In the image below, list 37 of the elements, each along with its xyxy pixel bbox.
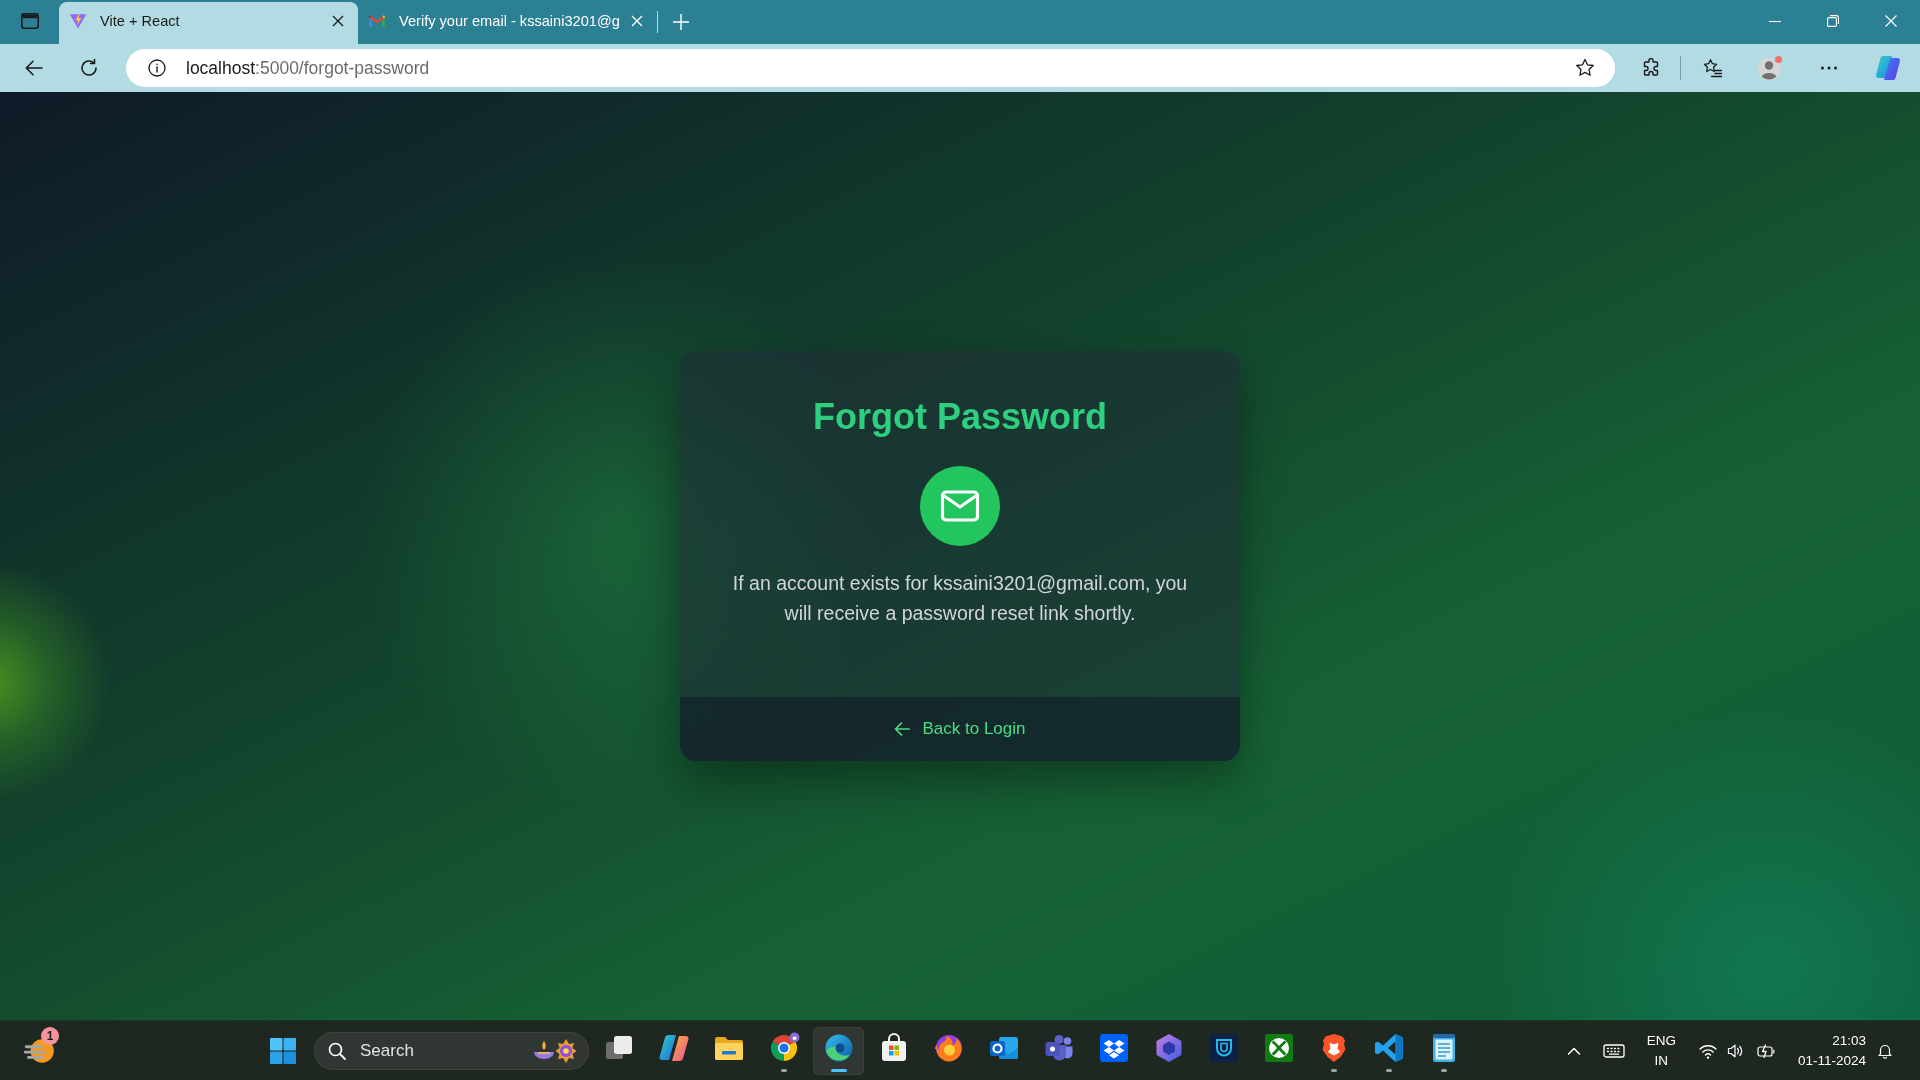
language-label[interactable]: ENG <box>1646 1030 1676 1051</box>
close-icon[interactable] <box>332 15 344 27</box>
start-menu-icon[interactable] <box>268 1036 297 1065</box>
mail-m-icon <box>368 12 386 30</box>
notification-count: 1 <box>41 1026 59 1045</box>
browser-tab[interactable]: Vite + React <box>59 2 358 44</box>
puzzle-icon[interactable] <box>1641 58 1661 78</box>
info-icon[interactable] <box>148 59 166 77</box>
battery-charging-icon[interactable] <box>1756 1041 1775 1060</box>
back-to-login-link[interactable]: Back to Login <box>894 719 1026 739</box>
slanted-panels-icon[interactable] <box>1875 55 1901 81</box>
back-icon[interactable] <box>24 58 44 78</box>
star-icon[interactable] <box>1575 58 1595 78</box>
browser-tab[interactable]: Verify your email - kssaini3201@g <box>358 2 657 44</box>
region-label[interactable]: IN <box>1654 1050 1669 1071</box>
envelope-icon <box>920 466 1000 546</box>
volume-icon[interactable] <box>1726 1042 1743 1059</box>
arrow-left-icon <box>894 721 911 737</box>
restore-icon[interactable] <box>1827 15 1839 27</box>
taskbar-button[interactable] <box>813 1026 864 1075</box>
address-field[interactable]: localhost:5000/forgot-password <box>126 49 1615 87</box>
shield-square-icon[interactable] <box>1207 1031 1240 1064</box>
favorites-icon[interactable] <box>1703 58 1723 78</box>
diamonds-icon[interactable] <box>1097 1031 1130 1064</box>
refresh-icon[interactable] <box>79 58 99 78</box>
window-icon[interactable] <box>19 11 40 31</box>
clock-date[interactable]: 01-11-2024 <box>1797 1050 1866 1071</box>
new-tab-icon[interactable] <box>673 14 689 30</box>
card-title: Forgot Password <box>813 397 1107 437</box>
clock-time[interactable]: 21:03 <box>1832 1030 1866 1051</box>
triangle-bolt-icon <box>69 12 87 30</box>
bell-icon[interactable] <box>1877 1042 1893 1059</box>
profile-avatar-icon[interactable] <box>1757 55 1783 81</box>
folded-ribbon-icon[interactable] <box>1372 1031 1405 1064</box>
search-icon <box>328 1041 346 1060</box>
url-text: localhost:5000/forgot-password <box>186 57 431 79</box>
info-message: If an account exists for kssaini3201@gmail.com, you will receive a password reset link shortly. <box>731 571 1189 626</box>
